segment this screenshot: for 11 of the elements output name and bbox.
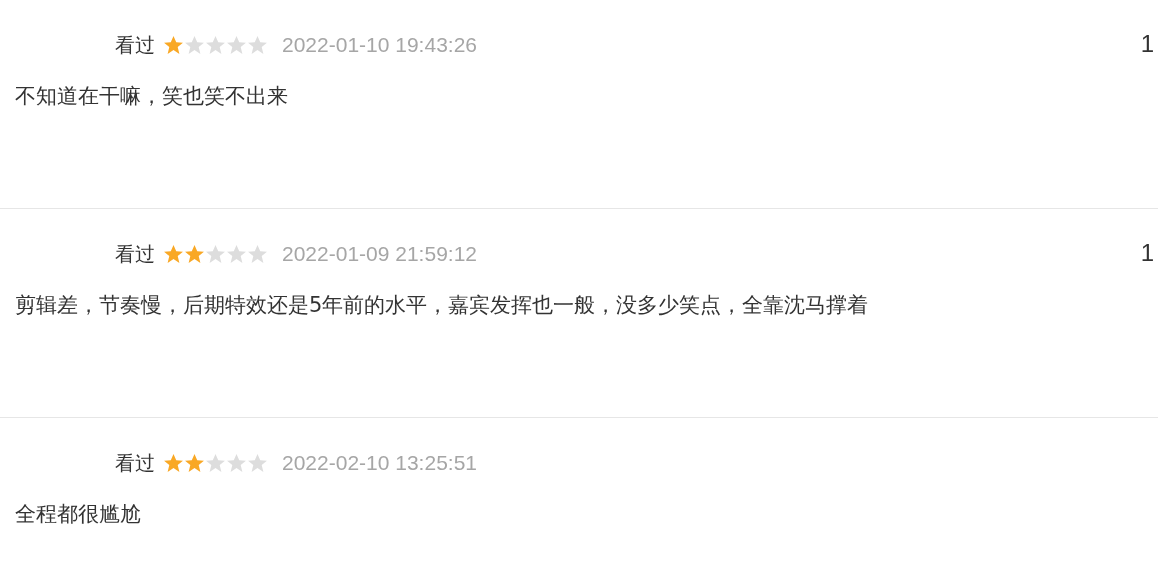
watch-status: 看过: [115, 240, 155, 268]
review-time: 2022-01-09 21:59:12: [282, 242, 477, 266]
review-text: 全程都很尴尬: [15, 501, 142, 528]
review-time: 2022-01-10 19:43:26: [282, 33, 477, 57]
review-text: 剪辑差，节奏慢，后期特效还是5年前的水平，嘉宾发挥也一般，没多少笑点，全靠沈马撑着: [15, 292, 870, 319]
vote-count: 1: [1140, 239, 1154, 267]
watch-status: 看过: [115, 31, 155, 59]
vote-count: 1: [1140, 30, 1154, 58]
review-time: 2022-02-10 13:25:51: [282, 451, 477, 475]
review-text: 不知道在干嘛，笑也笑不出来: [15, 83, 289, 110]
watch-status: 看过: [115, 449, 155, 477]
